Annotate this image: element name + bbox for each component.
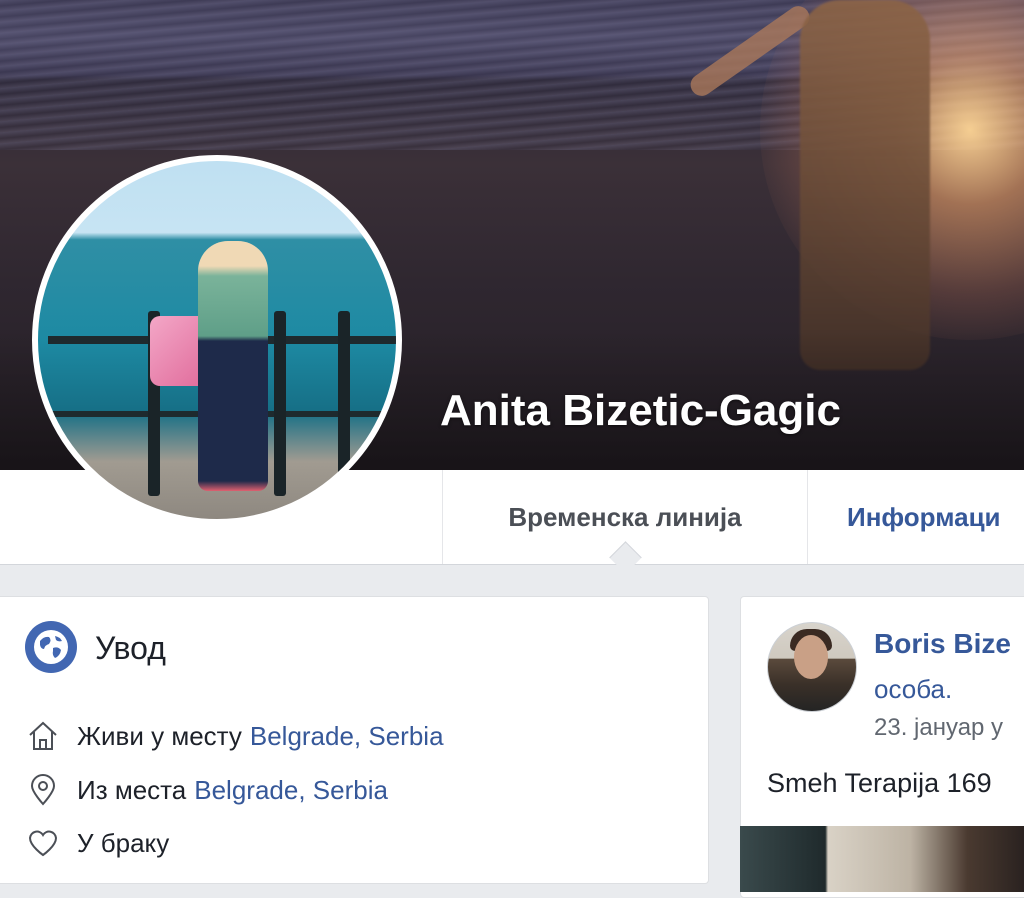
- avatar-railing-post: [274, 311, 286, 496]
- intro-row-lives: Живи у месту Belgrade, Serbia: [25, 718, 444, 754]
- cover-figure: [800, 0, 930, 370]
- location-pin-icon: [25, 772, 61, 808]
- lives-label: Живи у месту: [77, 720, 242, 751]
- tab-about[interactable]: Информаци: [807, 470, 1024, 564]
- avatar-face: [794, 635, 828, 679]
- post-author-link[interactable]: Boris Bize: [874, 628, 1011, 660]
- post-text: Smeh Terapija 169: [767, 768, 992, 798]
- post-author-avatar[interactable]: [767, 622, 857, 712]
- profile-name[interactable]: Anita Bizetic-Gagic: [440, 386, 841, 436]
- intro-title: Увод: [95, 630, 166, 666]
- post-timestamp[interactable]: 23. јануар у: [874, 714, 1003, 742]
- post-tagged-link[interactable]: особа.: [874, 674, 952, 705]
- avatar-railing-post: [338, 311, 350, 496]
- lives-place-link[interactable]: Belgrade, Serbia: [250, 721, 444, 752]
- intro-row-from: Из места Belgrade, Serbia: [25, 772, 388, 808]
- intro-row-relationship: У браку: [25, 825, 169, 861]
- heart-icon: [25, 825, 61, 861]
- from-place-link[interactable]: Belgrade, Serbia: [194, 775, 388, 806]
- post-image[interactable]: [740, 826, 1024, 892]
- from-label: Из места: [77, 774, 187, 805]
- globe-icon: [25, 621, 77, 673]
- avatar-person: [198, 241, 268, 491]
- home-icon: [25, 718, 61, 754]
- relationship-status: У браку: [77, 827, 170, 858]
- profile-picture[interactable]: [32, 155, 402, 525]
